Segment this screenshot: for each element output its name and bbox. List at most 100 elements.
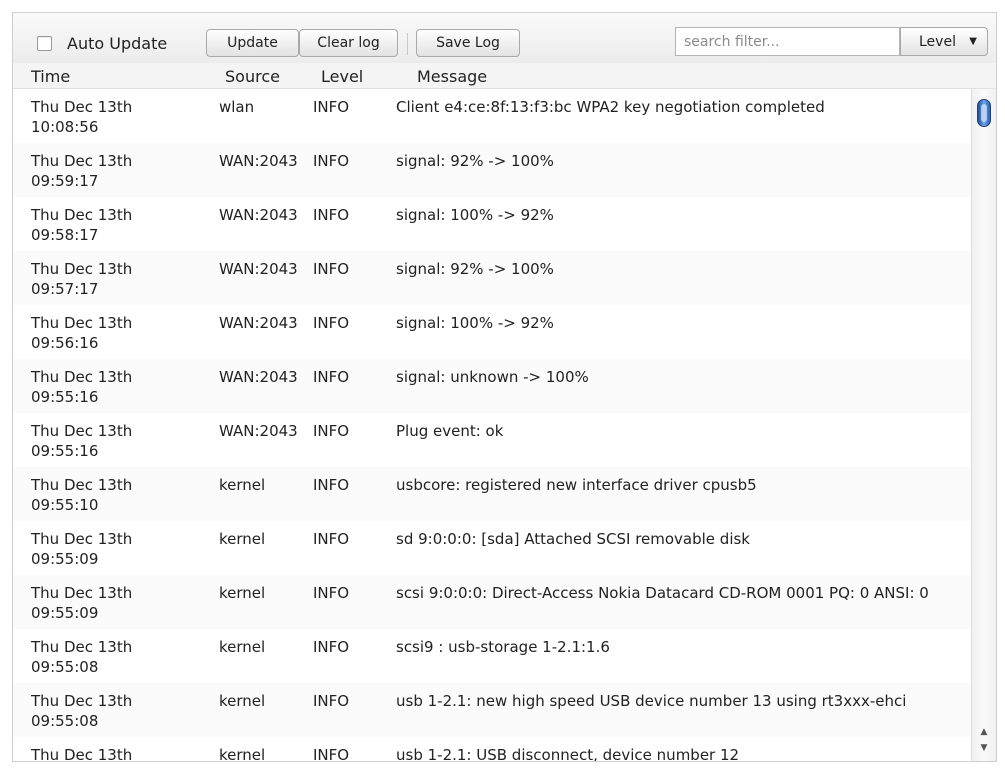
table-row[interactable]: Thu Dec 13th 09:55:09 kernel INFO scsi 9:0:0… [13,575,971,629]
table-row[interactable]: Thu Dec 13th 09:55:10 kernel INFO usbcore: r… [13,467,971,521]
log-source: kernel [219,746,266,762]
log-message: scsi 9:0:0:0: Direct-Access Nokia Dataca… [396,584,929,602]
log-message: signal: 92% -> 100% [396,152,554,170]
log-level: INFO [313,476,350,494]
log-time: 09:55:09 [31,550,99,568]
chevron-down-icon: ▼ [969,36,977,47]
column-header-source[interactable]: Source [225,67,280,86]
log-time: 09:55:16 [31,442,99,460]
table-row[interactable]: Thu Dec 13th 09:57:17 WAN:2043 INFO signal: … [13,251,971,305]
level-dropdown[interactable]: Level ▼ [900,27,988,56]
level-dropdown-label: Level [919,33,956,50]
log-time-cell: Thu Dec 13th 09:55:16 [31,421,211,461]
log-message: signal: 100% -> 92% [396,206,554,224]
log-level: INFO [313,638,350,656]
log-time: 09:55:08 [31,658,99,676]
log-time-cell: Thu Dec 13th 09:55:16 [31,367,211,407]
table-row[interactable]: Thu Dec 13th 09:59:17 WAN:2043 INFO signal: … [13,143,971,197]
log-message: signal: unknown -> 100% [396,368,589,386]
log-level: INFO [313,530,350,548]
table-row[interactable]: Thu Dec 13th 09:55:08 kernel INFO usb 1-2.1:… [13,683,971,737]
log-level: INFO [313,152,350,170]
log-time-cell: Thu Dec 13th 09:59:17 [31,151,211,191]
log-level: INFO [313,98,350,116]
auto-update-toggle[interactable]: Auto Update [37,32,167,54]
log-source: kernel [219,530,266,548]
auto-update-label[interactable]: Auto Update [67,34,167,53]
log-message: usbcore: registered new interface driver… [396,476,757,494]
log-date: Thu Dec 13th [31,152,133,170]
table-row[interactable]: Thu Dec 13th 09:55:16 WAN:2043 INFO Plug eve… [13,413,971,467]
log-time-cell: Thu Dec 13th 09:55:09 [31,583,211,623]
log-source: WAN:2043 [219,314,298,332]
scroll-thumb[interactable] [977,99,991,127]
log-time-cell: Thu Dec 13th 09:55:10 [31,475,211,515]
table-row[interactable]: Thu Dec 13th 09:58:17 WAN:2043 INFO signal: … [13,197,971,251]
table-header: Time Source Level Message [13,63,996,89]
column-header-time[interactable]: Time [31,67,70,86]
log-level: INFO [313,368,350,386]
log-time-cell: Thu Dec 13th 09:56:16 [31,313,211,353]
log-source: wlan [219,98,255,116]
log-time-cell: Thu Dec 13th [31,745,211,762]
log-level: INFO [313,746,350,762]
log-time: 09:55:10 [31,496,99,514]
log-date: Thu Dec 13th [31,746,133,762]
log-date: Thu Dec 13th [31,422,133,440]
log-time: 09:55:08 [31,712,99,730]
log-source: kernel [219,638,266,656]
log-time: 10:08:56 [31,118,99,136]
log-date: Thu Dec 13th [31,584,133,602]
arrow-down-icon[interactable]: ▼ [976,741,992,755]
log-time-cell: Thu Dec 13th 09:55:08 [31,637,211,677]
log-source: kernel [219,692,266,710]
table-row[interactable]: Thu Dec 13th 09:55:08 kernel INFO scsi9 : us… [13,629,971,683]
log-message: scsi9 : usb-storage 1-2.1:1.6 [396,638,610,656]
log-time: 09:59:17 [31,172,99,190]
log-message: sd 9:0:0:0: [sda] Attached SCSI removabl… [396,530,750,548]
log-source: WAN:2043 [219,260,298,278]
log-time-cell: Thu Dec 13th 10:08:56 [31,97,211,137]
clear-log-button[interactable]: Clear log [299,29,398,57]
log-date: Thu Dec 13th [31,476,133,494]
column-header-message[interactable]: Message [417,67,487,86]
log-date: Thu Dec 13th [31,206,133,224]
arrow-up-icon[interactable]: ▲ [976,725,992,739]
toolbar-separator [407,33,408,55]
log-message: signal: 100% -> 92% [396,314,554,332]
log-date: Thu Dec 13th [31,260,133,278]
log-time: 09:55:16 [31,388,99,406]
save-log-button[interactable]: Save Log [416,29,520,57]
table-row[interactable]: Thu Dec 13th kernel INFO usb 1-2.1: USB dis… [13,737,971,762]
log-message: Client e4:ce:8f:13:f3:bc WPA2 key negoti… [396,98,825,116]
log-time-cell: Thu Dec 13th 09:55:08 [31,691,211,731]
log-source: WAN:2043 [219,206,298,224]
table-row[interactable]: Thu Dec 13th 09:55:09 kernel INFO sd 9:0:0:0… [13,521,971,575]
log-table-body: Thu Dec 13th 10:08:56 wlan INFO Client e4:ce… [13,89,971,762]
log-level: INFO [313,692,350,710]
log-message: signal: 92% -> 100% [396,260,554,278]
log-source: kernel [219,584,266,602]
log-date: Thu Dec 13th [31,368,133,386]
log-viewer-panel: Auto Update Update Clear log Save Log Le… [12,12,997,762]
auto-update-checkbox[interactable] [37,35,52,51]
search-input[interactable] [675,27,900,56]
log-date: Thu Dec 13th [31,314,133,332]
table-row[interactable]: Thu Dec 13th 09:56:16 WAN:2043 INFO signal: … [13,305,971,359]
log-time: 09:58:17 [31,226,99,244]
log-level: INFO [313,260,350,278]
log-date: Thu Dec 13th [31,638,133,656]
log-level: INFO [313,314,350,332]
log-time: 09:55:09 [31,604,99,622]
table-row[interactable]: Thu Dec 13th 10:08:56 wlan INFO Client e4:ce… [13,89,971,143]
log-message: usb 1-2.1: USB disconnect, device number… [396,746,740,762]
log-time-cell: Thu Dec 13th 09:58:17 [31,205,211,245]
table-row[interactable]: Thu Dec 13th 09:55:16 WAN:2043 INFO signal: … [13,359,971,413]
log-level: INFO [313,584,350,602]
log-source: WAN:2043 [219,368,298,386]
log-date: Thu Dec 13th [31,98,133,116]
vertical-scrollbar[interactable]: ▲ ▼ [971,89,996,761]
log-time: 09:56:16 [31,334,99,352]
column-header-level[interactable]: Level [321,67,363,86]
update-button[interactable]: Update [206,29,299,57]
